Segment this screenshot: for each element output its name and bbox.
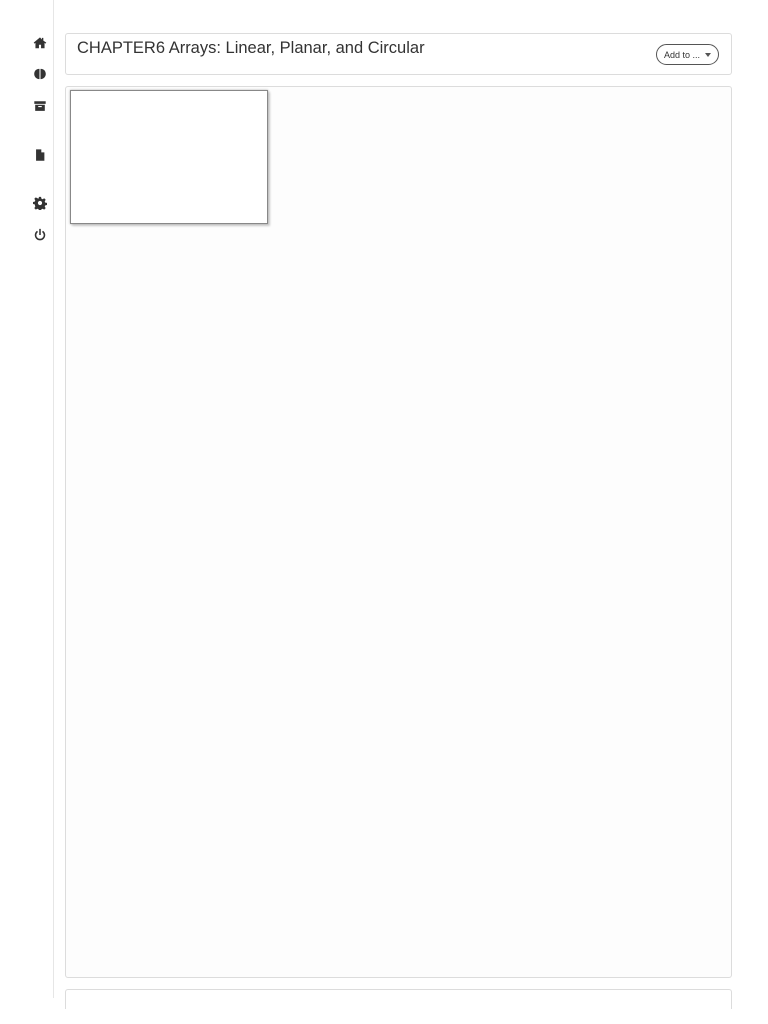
add-to-label: Add to ... bbox=[663, 49, 700, 60]
caret-down-icon bbox=[705, 52, 711, 57]
document-page-thumbnail[interactable] bbox=[70, 90, 268, 224]
document-viewer[interactable] bbox=[65, 86, 732, 978]
next-section-card bbox=[65, 989, 732, 1009]
brain-icon[interactable] bbox=[30, 64, 50, 84]
gear-icon[interactable] bbox=[30, 193, 50, 213]
sidebar-nav bbox=[0, 0, 54, 998]
chapter-header: CHAPTER6 Arrays: Linear, Planar, and Cir… bbox=[65, 33, 732, 75]
power-icon[interactable] bbox=[30, 225, 50, 245]
file-icon[interactable] bbox=[30, 145, 50, 165]
archive-icon[interactable] bbox=[30, 96, 50, 116]
page-title: CHAPTER6 Arrays: Linear, Planar, and Cir… bbox=[77, 39, 425, 57]
add-to-dropdown-button[interactable]: Add to ... bbox=[655, 44, 719, 65]
home-icon[interactable] bbox=[30, 33, 50, 53]
